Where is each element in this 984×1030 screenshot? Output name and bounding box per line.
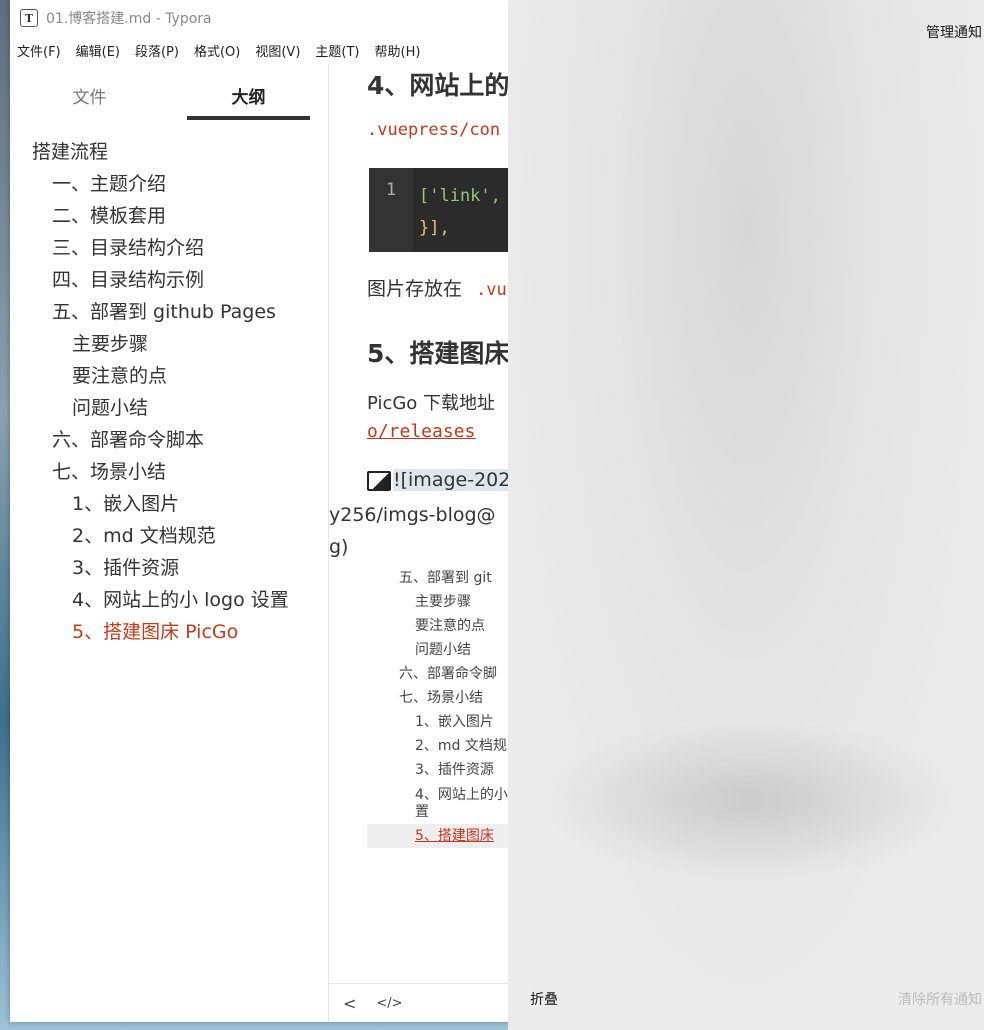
outline-item[interactable]: 1、嵌入图片 [10,488,328,520]
menu-file[interactable]: 文件(F) [10,41,69,60]
outline-item[interactable]: 2、md 文档规范 [10,520,328,552]
title-bar: T 01.博客搭建.md - Typora [10,0,510,36]
tab-files[interactable]: 文件 [10,64,169,120]
image-icon [367,470,391,491]
embedded-toc-image: 五、部署到 git 主要步骤 要注意的点 问题小结 六、部署命令脚 七、场景小结… [367,566,508,848]
toc-preview-item: 置 [415,804,429,820]
window-title: 01.博客搭建.md - Typora [46,11,212,27]
outline-item[interactable]: 3、插件资源 [10,552,328,584]
outline-item[interactable]: 问题小结 [10,392,328,424]
toc-preview-item: 3、插件资源 [415,762,494,778]
menu-paragraph[interactable]: 段落(P) [128,41,187,60]
image-tail-text: g) [329,536,349,558]
typora-window: T 01.博客搭建.md - Typora 文件(F) 编辑(E) 段落(P) … [10,0,510,1022]
outline-item[interactable]: 六、部署命令脚本 [10,424,328,456]
status-bar: < </> [329,983,510,1022]
clear-all-notifications-button[interactable]: 清除所有通知 [898,989,982,1009]
manage-notifications-link[interactable]: 管理通知 [926,22,982,42]
code-line-2: }], [419,218,450,238]
image-storage-path: .vu [476,280,507,300]
toggle-sidebar-button[interactable]: < [343,994,356,1013]
outline-item[interactable]: 一、主题介绍 [10,168,328,200]
source-code-mode-button[interactable]: </> [376,996,402,1011]
line-number: 1 [369,168,413,252]
menu-bar: 文件(F) 编辑(E) 段落(P) 格式(O) 视图(V) 主题(T) 帮助(H… [10,36,510,64]
image-storage-prefix: 图片存放在 [367,278,463,300]
heading-5: 5、搭建图床 [367,339,510,368]
outline-item[interactable]: 七、场景小结 [10,456,328,488]
toc-preview-item: 1、嵌入图片 [415,714,494,730]
outline-item[interactable]: 三、目录结构介绍 [10,232,328,264]
sidebar: 文件 大纲 搭建流程 一、主题介绍 二、模板套用 三、目录结构介绍 四、目录结构… [10,64,329,1022]
outline-item[interactable]: 要注意的点 [10,360,328,392]
typora-app-icon: T [20,9,38,27]
picgo-text: PicGo 下载地址 [367,393,496,414]
image-markdown-source[interactable]: ![image-2023 [393,469,510,491]
picgo-download-link[interactable]: o/releases [367,421,475,442]
toc-preview-item: 要注意的点 [415,618,485,634]
outline-tree: 搭建流程 一、主题介绍 二、模板套用 三、目录结构介绍 四、目录结构示例 五、部… [10,120,328,648]
menu-view[interactable]: 视图(V) [248,41,308,60]
heading-4: 4、网站上的 [367,71,510,100]
panel-blur [538,720,964,880]
toc-preview-item: 4、网站上的小 [415,787,508,803]
collapse-button[interactable]: 折叠 [530,989,558,1009]
toc-preview-item: 五、部署到 git [399,570,492,586]
outline-item[interactable]: 搭建流程 [10,136,328,168]
notification-panel: 管理通知 折叠 清除所有通知 [508,0,984,1030]
menu-help[interactable]: 帮助(H) [368,41,429,60]
outline-item[interactable]: 四、目录结构示例 [10,264,328,296]
outline-item[interactable]: 五、部署到 github Pages [10,296,328,328]
toc-preview-item: 问题小结 [415,642,471,658]
outline-item-active[interactable]: 5、搭建图床 PicGo [10,616,328,648]
outline-item[interactable]: 主要步骤 [10,328,328,360]
outline-item[interactable]: 二、模板套用 [10,200,328,232]
toc-preview-item: 主要步骤 [415,594,471,610]
image-storage-text: 图片存放在 .vu [367,274,507,301]
outline-item[interactable]: 4、网站上的小 logo 设置 [10,584,296,616]
code-block[interactable]: 1 ['link', }], [369,168,510,252]
sidebar-tabs: 文件 大纲 [10,64,328,120]
toc-preview-item: 七、场景小结 [399,690,483,706]
menu-format[interactable]: 格式(O) [187,41,248,60]
menu-edit[interactable]: 编辑(E) [69,41,128,60]
config-path: .vuepress/con [367,120,501,140]
toc-preview-item: 2、md 文档规 [415,738,507,754]
toc-preview-item: 六、部署命令脚 [399,666,497,682]
menu-theme[interactable]: 主题(T) [308,41,367,60]
editor-pane[interactable]: 4、网站上的 .vuepress/con 1 ['link', }], 图片存放… [329,64,510,1022]
code-line-1: ['link', [419,186,501,206]
tab-outline[interactable]: 大纲 [169,64,328,120]
toc-preview-item-active: 5、搭建图床 [367,824,508,848]
image-path-text: y256/imgs-blog@ [329,504,496,526]
image-markdown-line: ![image-2023 [367,469,510,491]
